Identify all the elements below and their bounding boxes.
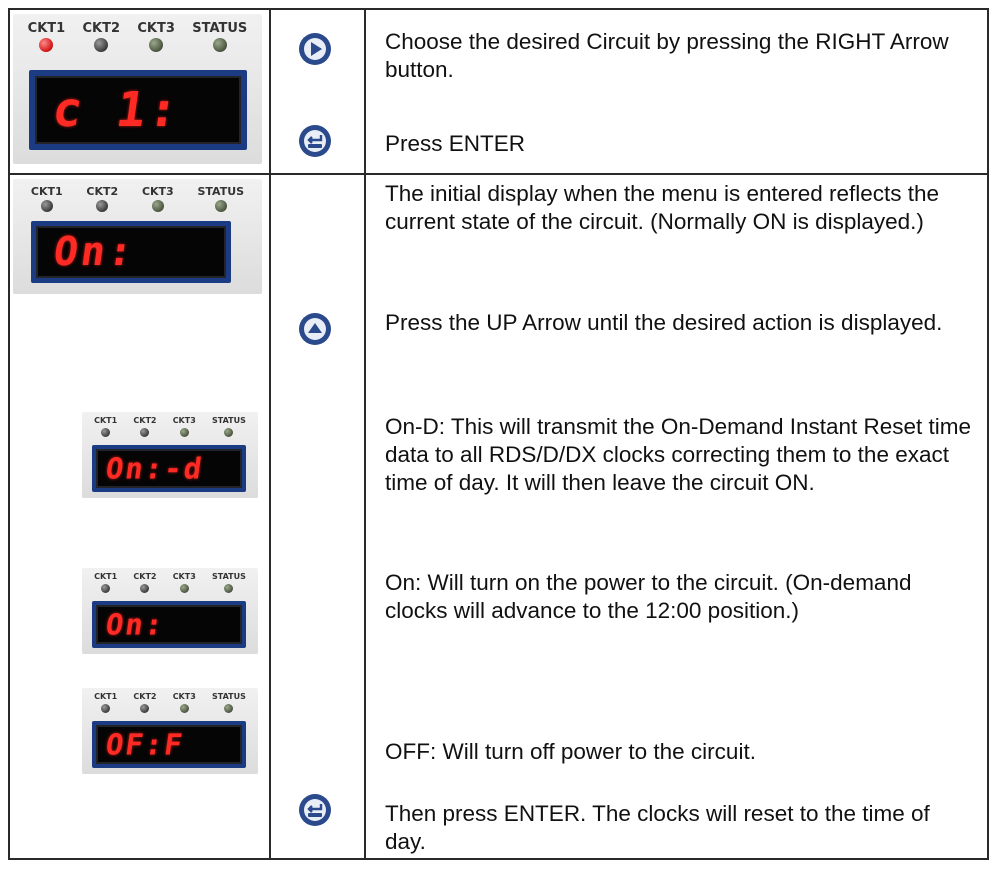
- ckt2-label: CKT2: [86, 185, 119, 198]
- led-display-panel: CKT1 CKT2 CKT3 STATUS On:: [82, 568, 258, 654]
- display-readout: OF:F: [103, 727, 187, 761]
- ckt1-led: [39, 38, 54, 52]
- ckt3-label: CKT3: [141, 185, 174, 198]
- seven-segment-screen: On:-d: [92, 445, 246, 492]
- enter-button-icon: [299, 125, 331, 157]
- ckt1-label: CKT1: [27, 21, 66, 36]
- ckt2-led: [96, 200, 109, 212]
- seven-segment-screen: On:: [31, 221, 231, 283]
- led-display-panel: CKT1 CKT2 CKT3 STATUS On:-d: [82, 412, 258, 498]
- display-readout: c 1:: [49, 82, 185, 138]
- ckt3-led: [179, 428, 189, 437]
- up-arrow-button-icon: [299, 313, 331, 345]
- status-label: STATUS: [197, 185, 245, 198]
- seven-segment-screen: c 1:: [29, 70, 247, 150]
- status-label: STATUS: [211, 416, 246, 425]
- status-led: [224, 428, 234, 437]
- status-label: STATUS: [192, 21, 248, 36]
- ckt1-led: [40, 200, 53, 212]
- ckt3-led: [149, 38, 164, 52]
- column-divider: [364, 8, 366, 860]
- ckt2-label: CKT2: [82, 21, 121, 36]
- row-divider: [8, 173, 989, 175]
- ckt1-label: CKT1: [94, 692, 118, 701]
- instruction-off: OFF: Will turn off power to the circuit.: [385, 739, 756, 764]
- enter-button-icon: [299, 794, 331, 826]
- ckt2-led: [140, 428, 150, 437]
- status-label: STATUS: [211, 692, 246, 701]
- display-readout: On:: [103, 607, 167, 641]
- ckt2-led: [94, 38, 109, 52]
- instruction-on: On: Will turn on the power to the circui…: [385, 570, 912, 623]
- ckt3-label: CKT3: [172, 416, 196, 425]
- display-readout: On:: [50, 229, 139, 275]
- led-display-panel: CKT1 CKT2 CKT3 STATUS OF:F: [82, 688, 258, 774]
- led-display-panel: CKT1 CKT2 CKT3 STATUS On:: [13, 179, 262, 294]
- seven-segment-screen: OF:F: [92, 721, 246, 768]
- ckt3-led: [151, 200, 164, 212]
- ckt1-label: CKT1: [94, 572, 118, 581]
- instruction-on-d: On-D: This will transmit the On-Demand I…: [385, 414, 972, 495]
- ckt3-label: CKT3: [172, 572, 196, 581]
- ckt2-led: [140, 704, 150, 713]
- ckt3-led: [179, 704, 189, 713]
- ckt3-label: CKT3: [172, 692, 196, 701]
- ckt1-label: CKT1: [30, 185, 63, 198]
- led-display-panel: CKT1 CKT2 CKT3 STATUS c 1:: [13, 14, 262, 164]
- display-readout: On:-d: [103, 451, 206, 485]
- ckt2-label: CKT2: [133, 416, 157, 425]
- ckt3-label: CKT3: [137, 21, 175, 36]
- status-label: STATUS: [211, 572, 246, 581]
- ckt1-led: [101, 428, 111, 437]
- table-border-right: [987, 8, 989, 860]
- instruction-table: CKT1 CKT2 CKT3 STATUS c 1: Choose the de…: [0, 0, 1002, 876]
- ckt1-led: [101, 704, 111, 713]
- instruction-up-arrow: Press the UP Arrow until the desired act…: [385, 310, 943, 335]
- column-divider: [269, 8, 271, 860]
- status-led: [212, 38, 227, 52]
- ckt2-label: CKT2: [133, 692, 157, 701]
- table-border-top: [8, 8, 989, 10]
- status-led: [214, 200, 227, 212]
- ckt3-led: [179, 584, 189, 593]
- ckt2-led: [140, 584, 150, 593]
- ckt1-label: CKT1: [94, 416, 118, 425]
- seven-segment-screen: On:: [92, 601, 246, 648]
- table-border-bottom: [8, 858, 989, 860]
- status-led: [224, 704, 234, 713]
- instruction-press-enter: Press ENTER: [385, 131, 526, 156]
- instruction-then-enter: Then press ENTER. The clocks will reset …: [385, 801, 930, 854]
- instruction-initial-display: The initial display when the menu is ent…: [385, 181, 940, 234]
- ckt1-led: [101, 584, 111, 593]
- table-border-left: [8, 8, 10, 860]
- ckt2-label: CKT2: [133, 572, 157, 581]
- right-arrow-button-icon: [299, 33, 331, 65]
- instruction-choose-circuit: Choose the desired Circuit by pressing t…: [385, 29, 949, 82]
- status-led: [224, 584, 234, 593]
